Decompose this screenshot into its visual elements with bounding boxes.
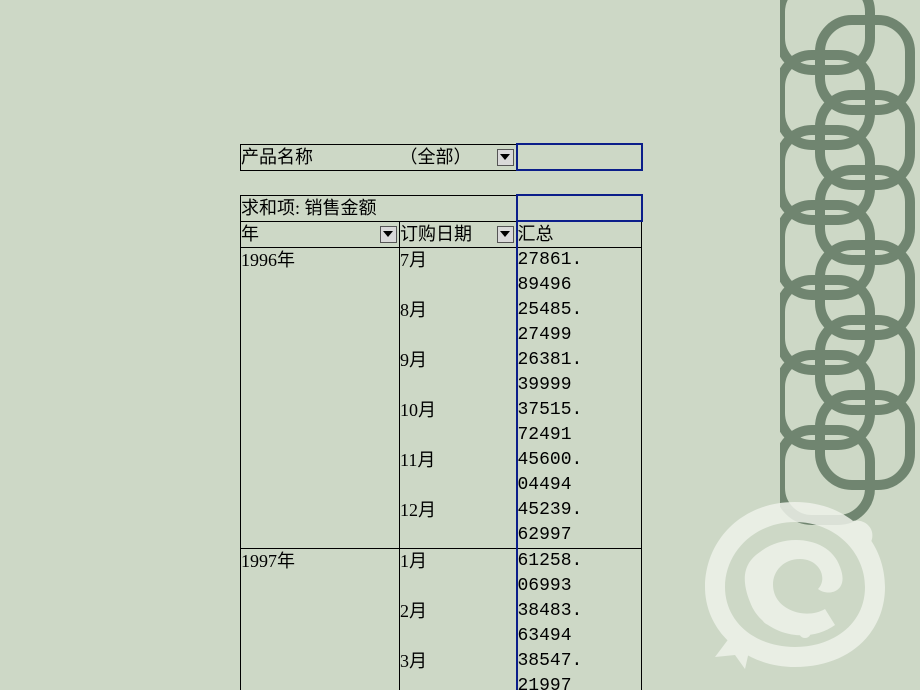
- value-cell: 38547. 21997: [517, 649, 642, 690]
- table-row: 3月38547. 21997: [241, 649, 642, 690]
- month-cell: 10月: [400, 398, 517, 448]
- summary-label-cell: 求和项: 销售金额: [241, 195, 400, 221]
- value-cell: 45600. 04494: [517, 448, 642, 498]
- header-order-date: 订购日期: [400, 224, 472, 244]
- month-cell: 11月: [400, 448, 517, 498]
- month-cell: 12月: [400, 498, 517, 549]
- month-cell: 3月: [400, 649, 517, 690]
- year-cell: 1997年: [241, 549, 400, 600]
- month-cell: 8月: [400, 298, 517, 348]
- table-row: 9月26381. 39999: [241, 348, 642, 398]
- month-cell: 9月: [400, 348, 517, 398]
- header-total-cell: 汇总: [517, 221, 642, 248]
- summary-label-row: 求和项: 销售金额: [241, 195, 642, 221]
- slide-background: 产品名称 （全部） 求和项: 销售金额 年: [0, 0, 920, 690]
- year-cell: 1996年: [241, 248, 400, 299]
- value-cell: 61258. 06993: [517, 549, 642, 600]
- header-year-cell[interactable]: 年: [241, 221, 400, 248]
- value-cell: 45239. 62997: [517, 498, 642, 549]
- month-cell: 7月: [400, 248, 517, 299]
- header-year: 年: [241, 224, 259, 244]
- month-cell: 2月: [400, 599, 517, 649]
- table-row: 11月45600. 04494: [241, 448, 642, 498]
- summary-label: 求和项: 销售金额: [241, 198, 377, 218]
- corner-seal-ornament: [700, 497, 890, 672]
- column-header-row: 年 订购日期 汇总: [241, 221, 642, 248]
- year-label: 1996年: [241, 250, 295, 270]
- filter-value: （全部）: [400, 147, 472, 167]
- value-cell: 38483. 63494: [517, 599, 642, 649]
- value-cell: 25485. 27499: [517, 298, 642, 348]
- header-orderdate-cell[interactable]: 订购日期: [400, 221, 517, 248]
- table-row: 2月38483. 63494: [241, 599, 642, 649]
- filter-blank-cell: [517, 144, 642, 170]
- table-row: 1996年 7月27861. 89496: [241, 248, 642, 299]
- header-total: 汇总: [518, 224, 554, 244]
- dropdown-icon[interactable]: [380, 226, 397, 243]
- dropdown-icon[interactable]: [497, 226, 514, 243]
- value-cell: 26381. 39999: [517, 348, 642, 398]
- value-cell: 27861. 89496: [517, 248, 642, 299]
- year-label: 1997年: [241, 551, 295, 571]
- month-cell: 1月: [400, 549, 517, 600]
- dropdown-icon[interactable]: [497, 149, 514, 166]
- summary-blank-cell: [517, 195, 642, 221]
- spacer-row: [241, 170, 642, 195]
- filter-value-cell[interactable]: （全部）: [400, 144, 517, 170]
- table-row: 10月37515. 72491: [241, 398, 642, 448]
- filter-field-label: 产品名称: [241, 147, 313, 167]
- table-row: 12月45239. 62997: [241, 498, 642, 549]
- table-row: 1997年 1月61258. 06993: [241, 549, 642, 600]
- filter-label-cell: 产品名称: [241, 144, 400, 170]
- filter-row: 产品名称 （全部）: [241, 144, 642, 170]
- right-ornament: [780, 0, 920, 690]
- pivot-table: 产品名称 （全部） 求和项: 销售金额 年: [240, 143, 643, 690]
- table-row: 8月25485. 27499: [241, 298, 642, 348]
- value-cell: 37515. 72491: [517, 398, 642, 448]
